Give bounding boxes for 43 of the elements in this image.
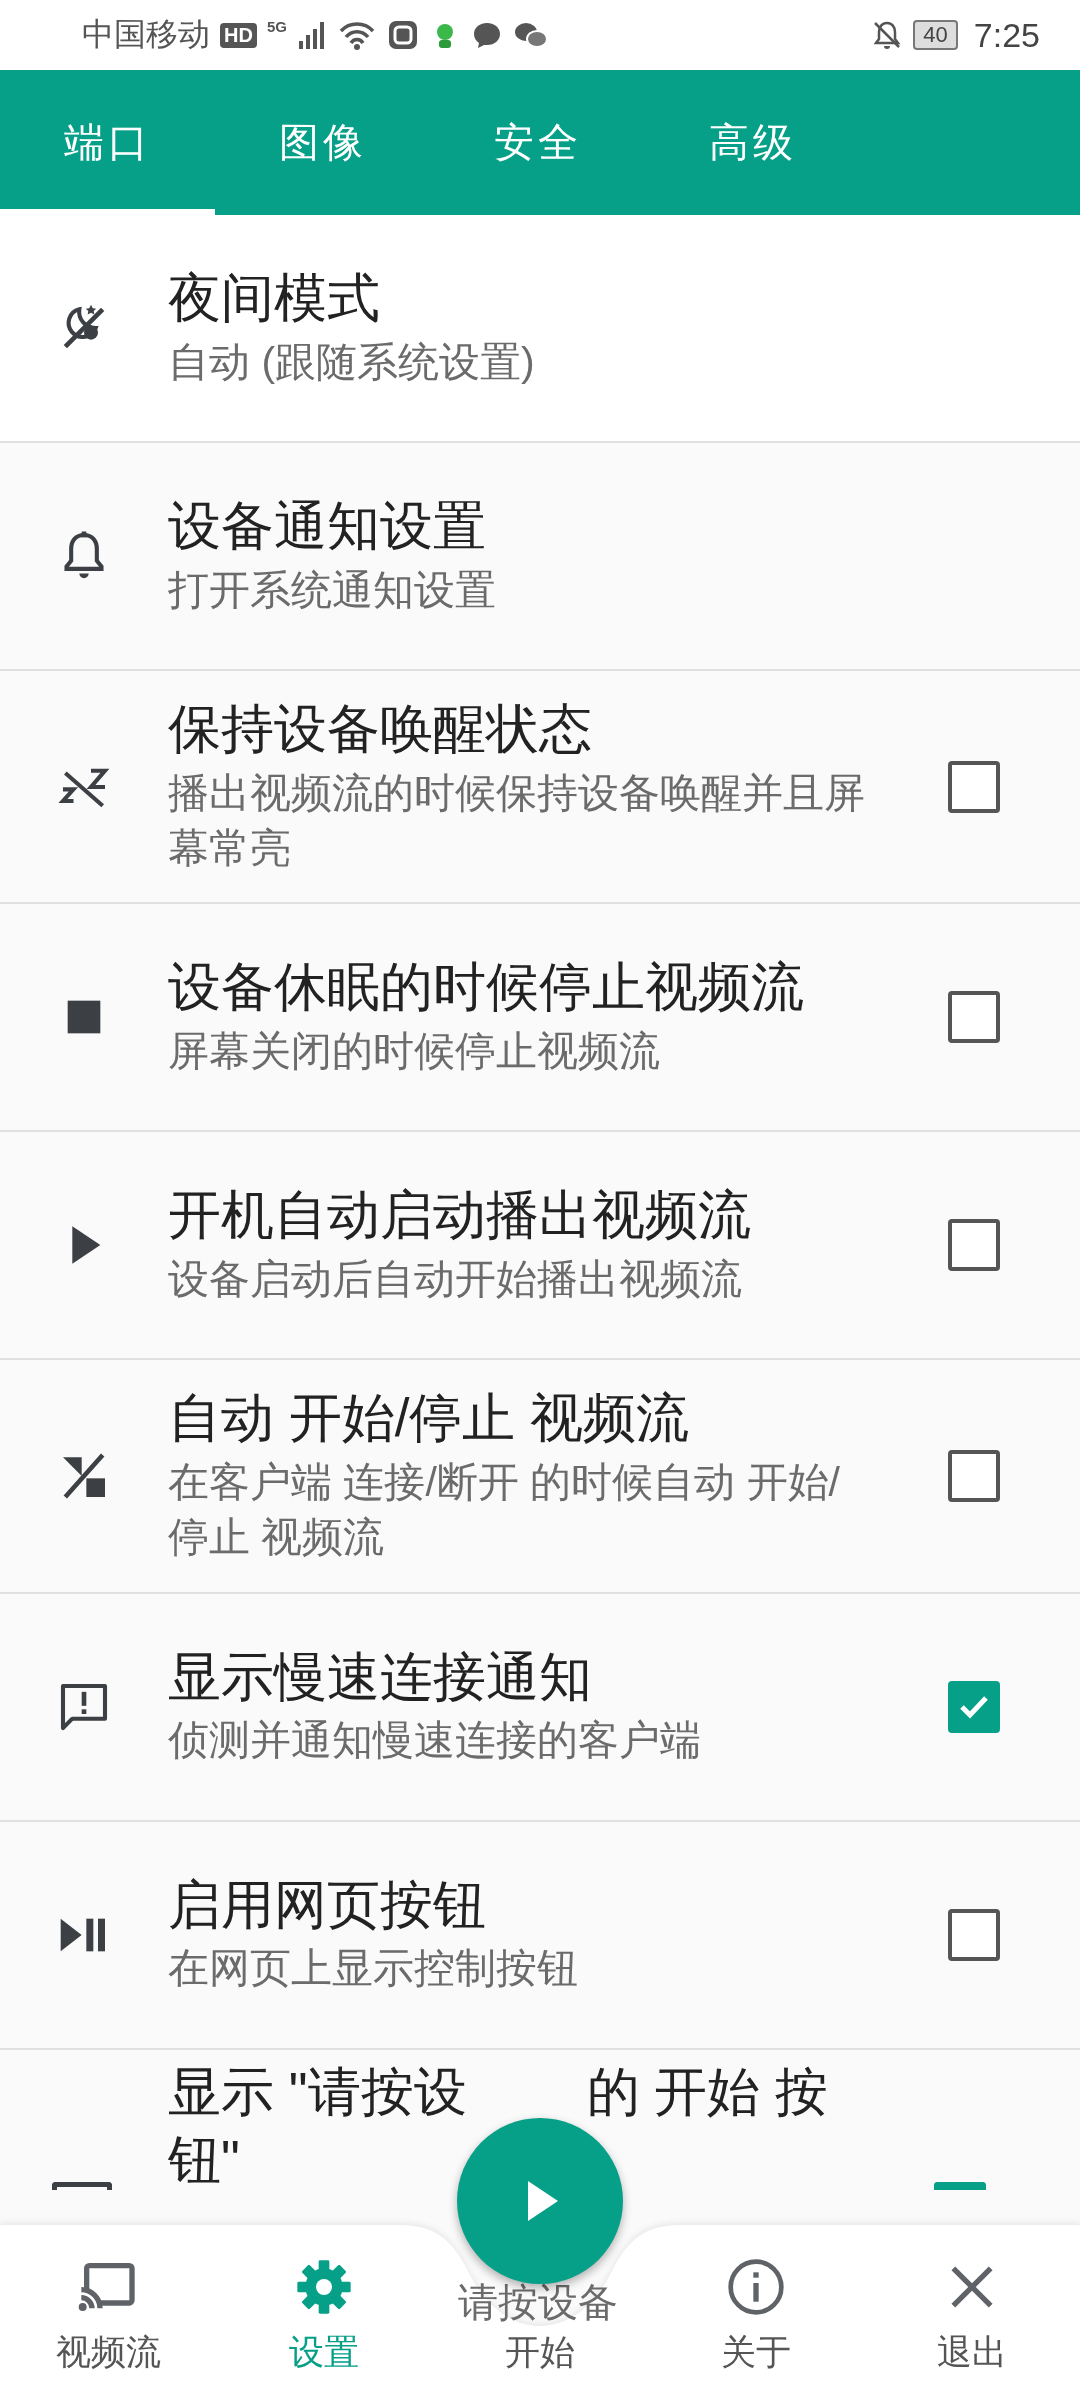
- app-icon: [386, 19, 419, 51]
- checkbox[interactable]: [934, 2181, 986, 2190]
- setting-subtitle: 设备启动后自动开始播出视频流: [168, 1255, 743, 1304]
- checkbox[interactable]: [948, 1450, 1000, 1502]
- nav-item[interactable]: 关于: [721, 2255, 791, 2376]
- setting-subtitle: 打开系统通知设置: [168, 565, 497, 615]
- setting-title: 保持设备唤醒状态: [168, 698, 593, 760]
- nav-item[interactable]: 开始: [505, 2329, 575, 2376]
- start-button[interactable]: [457, 2118, 623, 2284]
- checkbox[interactable]: [948, 991, 1000, 1044]
- tab[interactable]: 安全: [430, 70, 645, 215]
- setting-subtitle: 请按设备: [458, 2280, 618, 2324]
- signal-icon: [296, 19, 327, 51]
- setting-title: 开机自动启动播出视频流: [168, 1184, 752, 1247]
- setting-title: 显示 "请按设: [168, 2060, 467, 2123]
- setting-subtitle: 在网页上显示控制按钮: [168, 1944, 579, 1994]
- setting-subtitle: 屏幕关闭的时候停止视频流: [168, 1027, 661, 1076]
- setting-subtitle: 自动 (跟随系统设置): [168, 337, 536, 387]
- setting-subtitle: 在客户端 连接/断开 的时候自动 开始/停止 视频流: [168, 1458, 841, 1563]
- carrier-name: 中国移动: [82, 15, 210, 54]
- hd-badge: HD: [220, 22, 257, 48]
- setting-title: 启用网页按钮: [168, 1873, 487, 1936]
- checkbox[interactable]: [948, 1219, 1000, 1272]
- setting-title: 设备休眠的时候停止视频流: [168, 956, 805, 1019]
- checkbox[interactable]: [948, 760, 1000, 813]
- checkbox[interactable]: [948, 1908, 1000, 1961]
- setting-title: 设备通知设置: [168, 495, 487, 557]
- setting-subtitle: 侦测并通知慢速连接的客户端: [168, 1716, 702, 1766]
- setting-title: 显示慢速连接通知: [168, 1645, 593, 1708]
- checkbox[interactable]: [948, 1680, 1000, 1733]
- nav-item[interactable]: 退出: [937, 2255, 1007, 2376]
- setting-title: 钮": [168, 2129, 240, 2190]
- nav-item[interactable]: 设置: [289, 2255, 359, 2376]
- setting-subtitle: 播出视频流的时候保持设备唤醒并且屏幕常亮: [168, 768, 866, 873]
- network-type: 5G: [266, 18, 287, 35]
- tab[interactable]: 图像: [215, 70, 430, 215]
- setting-title: 自动 开始/停止 视频流: [168, 1387, 691, 1450]
- setting-title: 的 开始 按: [586, 2060, 828, 2123]
- tab[interactable]: 高级: [645, 70, 860, 215]
- nav-item[interactable]: 视频流: [55, 2255, 161, 2376]
- setting-title: 夜间模式: [168, 267, 381, 329]
- battery-level: 40: [913, 20, 958, 50]
- clock: 7:25: [973, 15, 1040, 55]
